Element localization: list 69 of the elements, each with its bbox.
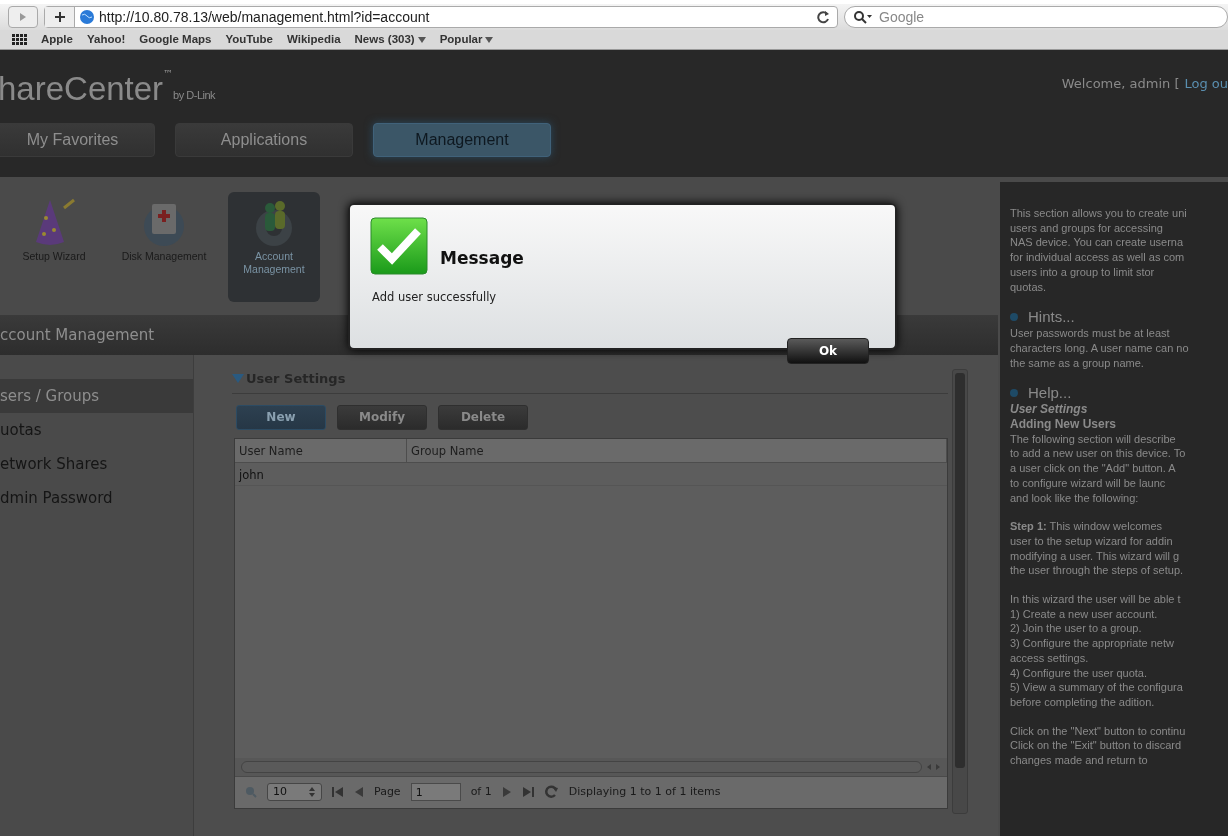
nav-tab[interactable]: My Favorites	[0, 123, 155, 157]
bookmark-link[interactable]: YouTube	[225, 30, 273, 49]
app-launcher[interactable]: Account Management	[228, 192, 320, 302]
bookmark-link[interactable]: Apple	[41, 30, 73, 49]
horizontal-scrollbar[interactable]	[235, 757, 947, 776]
play-icon	[18, 12, 28, 22]
checkmark-icon	[370, 217, 428, 275]
scroll-arrows-icon[interactable]	[926, 762, 941, 771]
help-heading: Adding New Users	[1010, 417, 1118, 432]
help-subtitle: User Settings	[1010, 402, 1089, 418]
search-field[interactable]: Google	[877, 5, 1177, 29]
table-cell-text: john	[237, 466, 265, 484]
page-label: Page	[374, 783, 401, 800]
add-bookmark-button[interactable]	[45, 7, 75, 27]
plus-icon	[53, 11, 66, 23]
last-page-icon[interactable]	[521, 786, 534, 798]
dialog-message: Add user successfully	[371, 289, 498, 306]
status-text: Displaying 1 to 1 of 1 items	[568, 783, 721, 800]
help-paragraph: Step 1: This window welcomes user to the setup wizard for addin modifying a user. This wizard will g the user through the steps of setup.	[1010, 519, 1185, 579]
bullet-icon	[1010, 389, 1018, 398]
trademark-sign: ™	[163, 67, 174, 81]
next-page-icon[interactable]	[501, 786, 512, 798]
page-size-select[interactable]: 10	[267, 783, 322, 801]
bookmark-link[interactable]: Popular	[439, 30, 494, 49]
dropdown-caret-icon[interactable]	[417, 36, 426, 43]
nav-tab[interactable]: Management	[373, 123, 551, 157]
action-button[interactable]: Modify	[337, 404, 427, 430]
refresh-icon[interactable]	[543, 784, 559, 800]
reload-icon[interactable]	[817, 10, 831, 24]
help-heading: Help...	[1028, 384, 1072, 403]
dialog-title: Message	[440, 246, 524, 270]
first-page-icon[interactable]	[332, 786, 344, 798]
grid-icon[interactable]	[12, 34, 27, 45]
page-count: of 1	[470, 783, 492, 800]
address-bar[interactable]: http://10.80.78.13/web/management.html?id=account	[44, 6, 838, 28]
bookmark-link[interactable]: Yahoo!	[86, 30, 126, 49]
globe-icon	[79, 9, 95, 25]
logout-link[interactable]: Log ou	[1184, 74, 1228, 94]
forward-button[interactable]	[8, 6, 38, 28]
section-title: ccount Management	[0, 324, 155, 346]
ok-button[interactable]: Ok	[787, 338, 869, 364]
sidebar-item[interactable]: sers / Groups	[0, 379, 193, 413]
logo-text: hareCenter	[0, 72, 164, 105]
help-heading: Hints...	[1028, 308, 1075, 327]
bookmark-link[interactable]: Google Maps	[139, 30, 212, 49]
search-icon	[853, 10, 873, 24]
bullet-icon	[1010, 313, 1018, 322]
logo-byline: by D-Link	[173, 87, 216, 103]
vertical-scrollbar[interactable]	[952, 369, 968, 814]
column-header[interactable]: Group Name	[407, 438, 947, 462]
search-box[interactable]: Google	[844, 6, 1228, 28]
page-field[interactable]: 1	[410, 783, 461, 801]
action-button[interactable]: New	[236, 404, 326, 430]
bookmark-link[interactable]: News (303)	[354, 30, 426, 49]
spinner-arrows-icon	[308, 787, 316, 797]
help-paragraph: This section allows you to create uni users and groups for accessing NAS device. You can create userna for individual access as well as com users into a group to limit stor quotas.	[1010, 206, 1188, 295]
welcome-text: Welcome, admin [	[1061, 75, 1180, 93]
bookmark-link[interactable]: Wikipedia	[287, 30, 341, 49]
help-paragraph: The following section will describe to add a new user on this device. To a user click on the "Add" button. A to configure wizard will be launc and look like the following:	[1010, 431, 1187, 506]
nav-tab[interactable]: Applications	[175, 123, 353, 157]
search-icon[interactable]	[245, 786, 257, 798]
help-paragraph: In this wizard the user will be able t 1) Create a new user account. 2) Join the user to a group. 3) Configure the appropriate netw access settings. 4) Configure the user quota. 5) View a summary of the configura before completing the adition.	[1010, 592, 1184, 710]
help-paragraph: User passwords must be at least characters long. A user name can no the same as a group name.	[1010, 326, 1190, 371]
help-paragraph: Click on the "Next" button to continu Click on the "Exit" button to discard changes made and return to	[1010, 723, 1187, 768]
action-button[interactable]: Delete	[438, 404, 528, 430]
dropdown-caret-icon[interactable]	[485, 36, 494, 43]
column-header[interactable]: User Name	[235, 438, 407, 462]
previous-page-icon[interactable]	[354, 786, 364, 798]
url-text: http://10.80.78.13/web/management.html?id=account	[99, 7, 431, 27]
